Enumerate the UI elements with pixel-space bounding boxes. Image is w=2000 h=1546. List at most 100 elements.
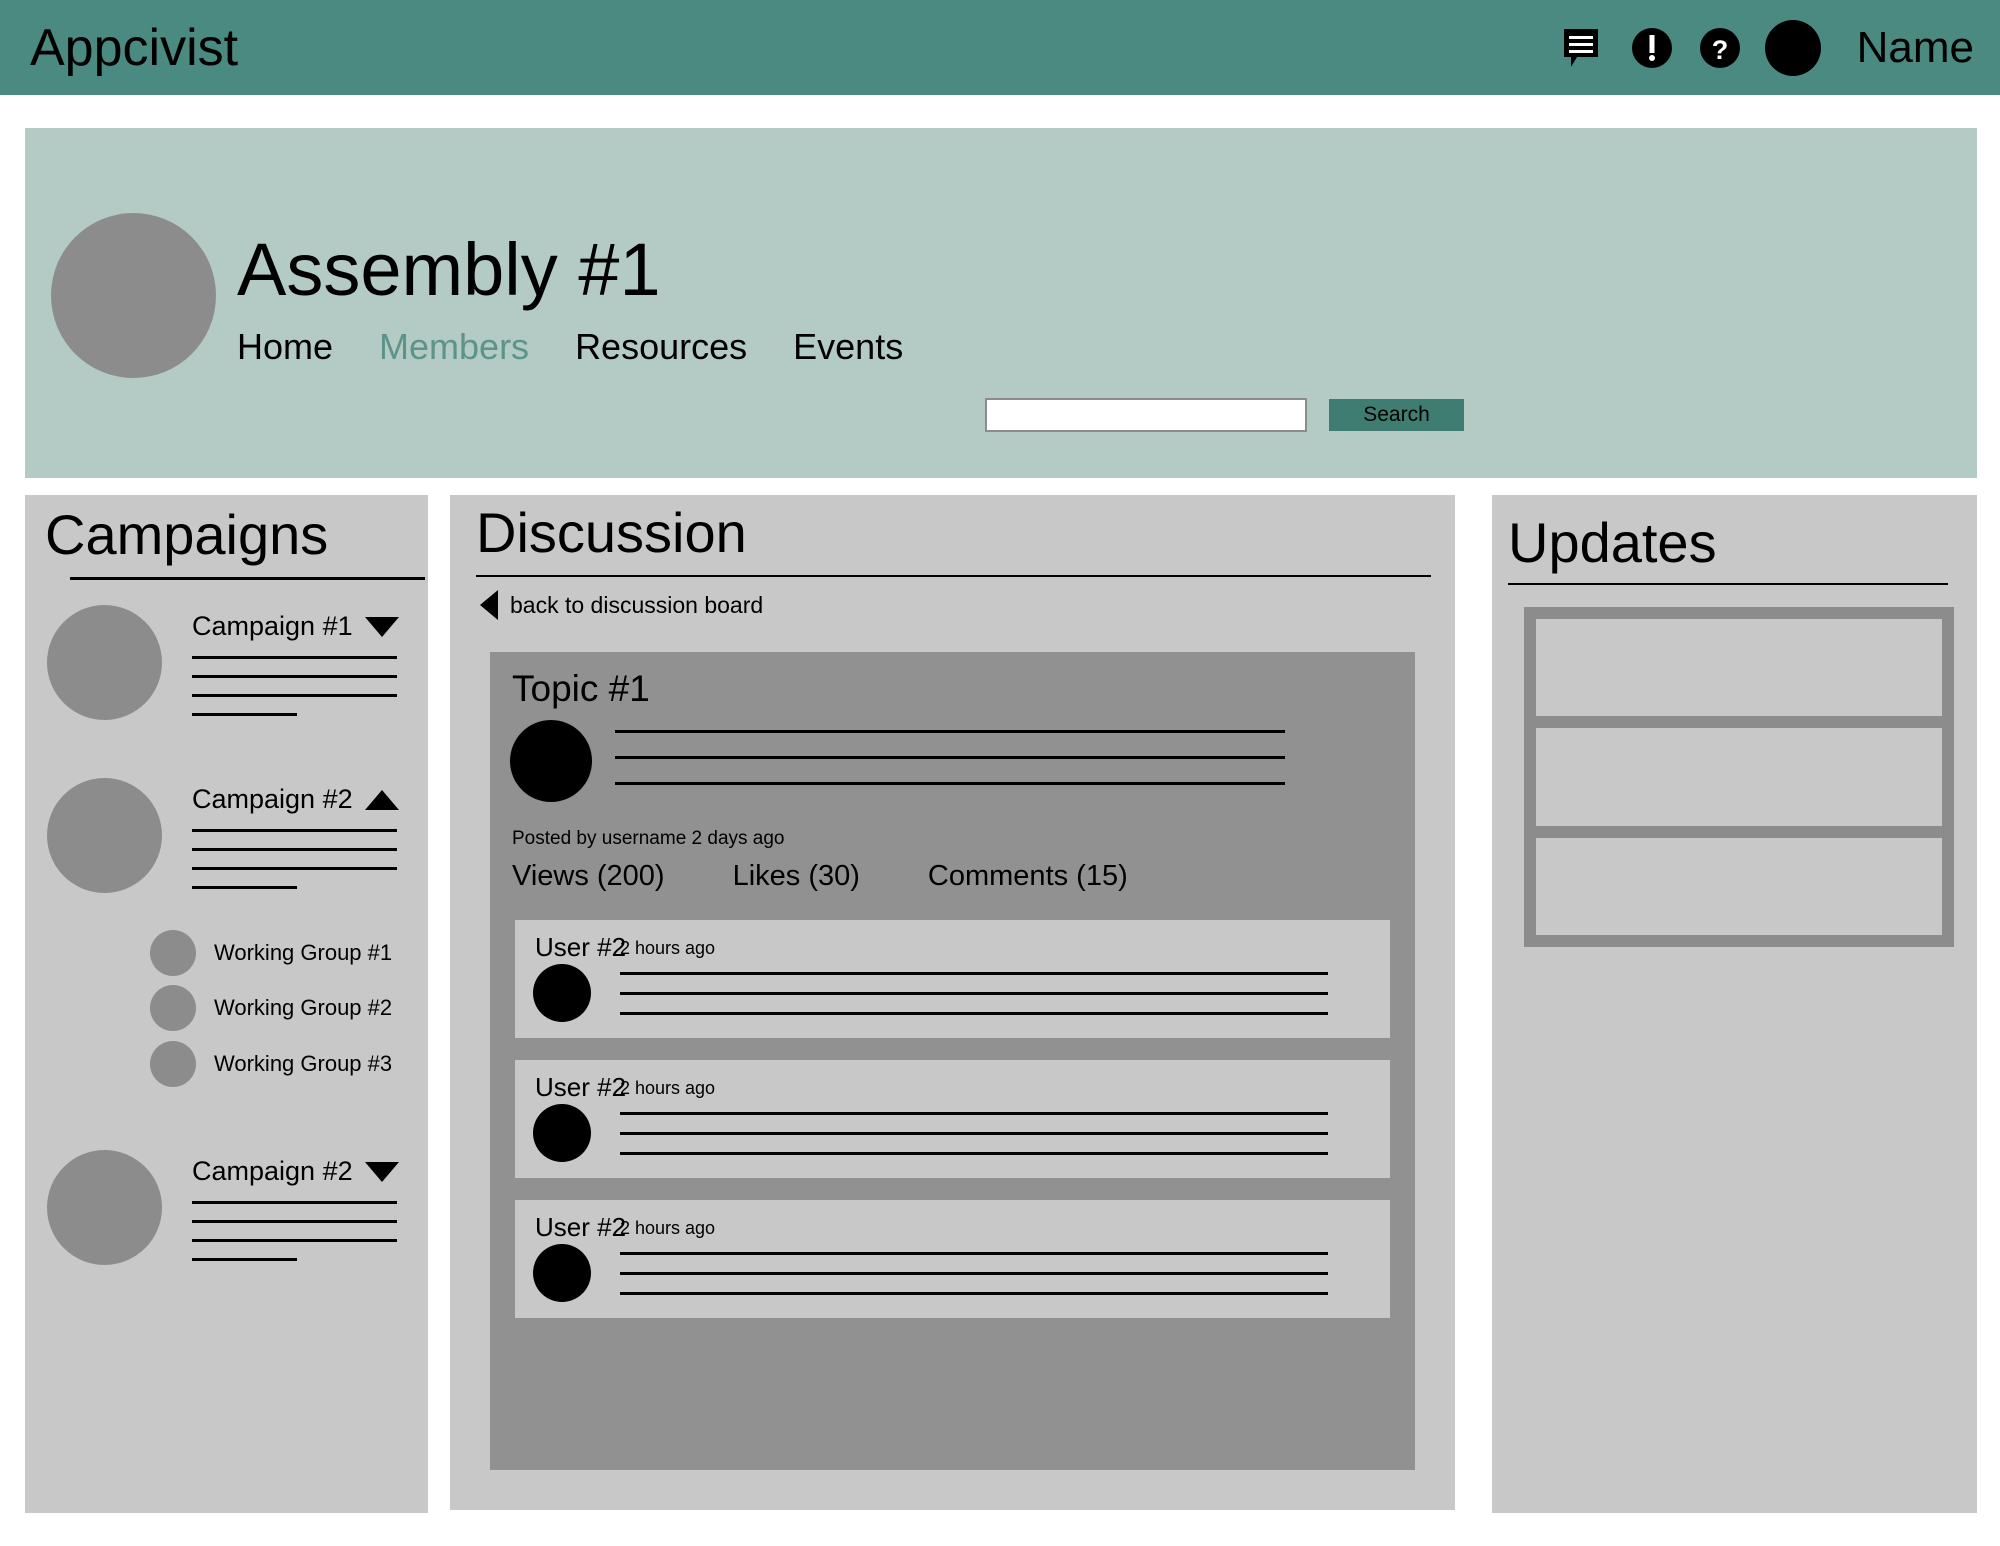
comments-count[interactable]: Comments (15): [928, 860, 1128, 893]
topic-body-placeholder: [615, 730, 1285, 785]
assembly-avatar: [51, 213, 216, 378]
campaigns-divider: [70, 577, 425, 580]
top-navigation-bar: Appcivist ? Name: [0, 0, 2000, 95]
comment-timestamp: 2 hours ago: [620, 938, 716, 958]
avatar[interactable]: [1764, 19, 1821, 76]
messages-icon[interactable]: [1561, 25, 1607, 71]
updates-panel: Updates: [1492, 495, 1977, 1513]
tab-home[interactable]: Home: [237, 326, 333, 368]
campaigns-title: Campaigns: [45, 503, 329, 566]
comment-author: User #2: [535, 1212, 627, 1242]
back-link-label: back to discussion board: [510, 591, 764, 618]
working-group-item[interactable]: Working Group #1: [150, 930, 392, 976]
campaign-item[interactable]: Campaign #2: [47, 778, 399, 893]
topic-stats: Views (200) Likes (30) Comments (15): [512, 860, 1128, 893]
tab-events[interactable]: Events: [793, 326, 903, 368]
topic-author-avatar: [510, 720, 592, 802]
campaign-body: Campaign #1: [192, 605, 399, 716]
topic-card: Topic #1 Posted by username 2 days ago V…: [490, 652, 1415, 1470]
comment-timestamp: 2 hours ago: [620, 1218, 716, 1238]
comment-body-placeholder: [620, 1112, 1328, 1155]
text-placeholder-line: [192, 1258, 297, 1261]
discussion-panel: Discussion back to discussion board Topi…: [450, 495, 1455, 1510]
likes-count[interactable]: Likes (30): [733, 860, 860, 893]
search-button[interactable]: Search: [1329, 399, 1464, 431]
working-group-avatar: [150, 1041, 196, 1087]
campaign-header[interactable]: Campaign #2: [192, 786, 399, 813]
working-group-item[interactable]: Working Group #2: [150, 985, 392, 1031]
tab-members[interactable]: Members: [379, 326, 529, 368]
comment-card[interactable]: User #2 2 hours ago: [515, 920, 1390, 1038]
app-root: Appcivist ? Name Assembly #1 Home Member…: [0, 0, 2000, 1546]
text-placeholder-line: [620, 1112, 1328, 1115]
text-placeholder-line: [620, 1272, 1328, 1275]
text-placeholder-line: [620, 1292, 1328, 1295]
text-placeholder-line: [620, 972, 1328, 975]
update-item[interactable]: [1536, 837, 1942, 935]
campaign-label: Campaign #2: [192, 784, 353, 814]
text-placeholder-line: [620, 992, 1328, 995]
text-placeholder-line: [192, 675, 397, 678]
topbar-actions: ? Name: [1561, 0, 1974, 95]
campaign-avatar: [47, 605, 162, 720]
chevron-down-icon[interactable]: [364, 616, 399, 637]
campaign-item[interactable]: Campaign #2: [47, 1150, 399, 1265]
campaign-avatar: [47, 778, 162, 893]
updates-list: [1524, 607, 1954, 947]
update-item[interactable]: [1536, 619, 1942, 717]
chevron-up-icon[interactable]: [364, 789, 399, 810]
text-placeholder-line: [192, 1220, 397, 1223]
search-area: Search: [985, 398, 1464, 432]
text-placeholder-line: [615, 756, 1285, 759]
working-group-item[interactable]: Working Group #3: [150, 1041, 392, 1087]
updates-title: Updates: [1508, 511, 1717, 574]
tab-resources[interactable]: Resources: [575, 326, 747, 368]
text-placeholder-line: [615, 782, 1285, 785]
page-title: Assembly #1: [237, 228, 661, 311]
text-placeholder-line: [192, 886, 297, 889]
svg-text:?: ?: [1711, 35, 1728, 65]
campaign-body: Campaign #2: [192, 1150, 399, 1261]
app-logo-title[interactable]: Appcivist: [30, 22, 238, 74]
comment-body-placeholder: [620, 1252, 1328, 1295]
campaigns-panel: Campaigns Campaign #1 Campaign #2 Workin…: [25, 495, 428, 1513]
back-to-discussion-board-link[interactable]: back to discussion board: [480, 590, 763, 620]
comment-card[interactable]: User #2 2 hours ago: [515, 1060, 1390, 1178]
working-group-avatar: [150, 985, 196, 1031]
text-placeholder-line: [620, 1152, 1328, 1155]
text-placeholder-line: [192, 848, 397, 851]
campaign-header[interactable]: Campaign #2: [192, 1158, 399, 1185]
comment-avatar: [533, 964, 591, 1022]
alerts-icon[interactable]: [1629, 25, 1675, 71]
topic-title: Topic #1: [512, 668, 650, 709]
help-icon[interactable]: ?: [1697, 25, 1743, 71]
comment-timestamp: 2 hours ago: [620, 1078, 716, 1098]
search-input[interactable]: [985, 398, 1307, 432]
assembly-nav-tabs: Home Members Resources Events: [237, 326, 903, 368]
campaign-body: Campaign #2: [192, 778, 399, 889]
text-placeholder-line: [192, 1201, 397, 1204]
comment-author: User #2: [535, 932, 627, 962]
text-placeholder-line: [192, 1239, 397, 1242]
working-group-label: Working Group #2: [214, 995, 393, 1020]
campaign-item[interactable]: Campaign #1: [47, 605, 399, 720]
comment-author: User #2: [535, 1072, 627, 1102]
update-item[interactable]: [1536, 728, 1942, 826]
comment-avatar: [533, 1244, 591, 1302]
working-group-avatar: [150, 930, 196, 976]
text-placeholder-line: [192, 656, 397, 659]
working-group-label: Working Group #3: [214, 1051, 393, 1076]
chevron-down-icon[interactable]: [364, 1161, 399, 1182]
comment-card[interactable]: User #2 2 hours ago: [515, 1200, 1390, 1318]
comment-body-placeholder: [620, 972, 1328, 1015]
campaign-header[interactable]: Campaign #1: [192, 613, 399, 640]
text-placeholder-line: [192, 867, 397, 870]
text-placeholder-line: [192, 829, 397, 832]
views-count[interactable]: Views (200): [512, 860, 665, 893]
text-placeholder-line: [615, 730, 1285, 733]
discussion-divider: [476, 575, 1431, 577]
comment-avatar: [533, 1104, 591, 1162]
user-name-label[interactable]: Name: [1857, 23, 1974, 73]
text-placeholder-line: [192, 694, 397, 697]
updates-divider: [1508, 583, 1948, 585]
